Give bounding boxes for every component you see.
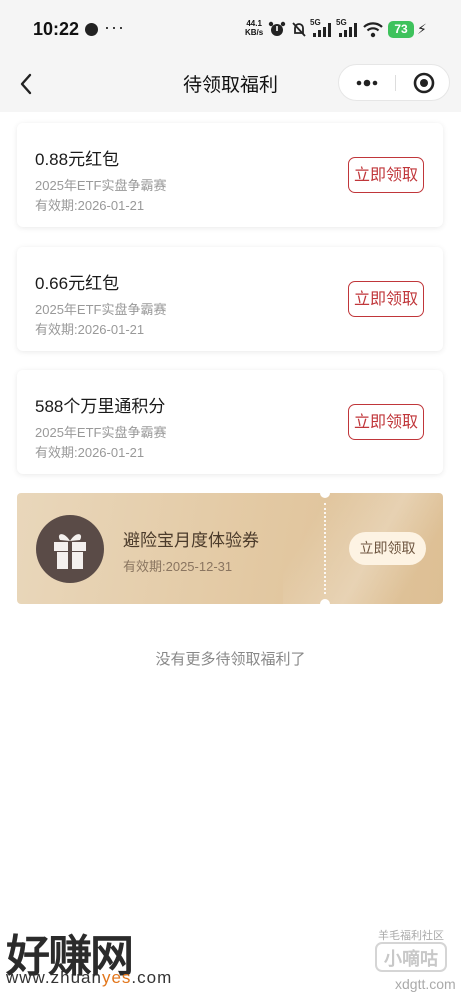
reward-source: 2025年ETF实盘争霸赛 bbox=[35, 178, 167, 193]
watermark-community-label: 羊毛福利社区 bbox=[378, 930, 444, 942]
reward-title: 0.88元红包 bbox=[35, 150, 120, 169]
reward-title: 588个万里通积分 bbox=[35, 397, 166, 416]
reward-card: 0.66元红包 2025年ETF实盘争霸赛 有效期:2026-01-21 立即领… bbox=[17, 247, 443, 351]
target-close-icon bbox=[413, 72, 435, 94]
header-area: 10:22 ··· 44.1 KB/s 5G 5G 73 ⚡ 待领取福利 bbox=[0, 0, 461, 112]
more-dots-icon bbox=[356, 79, 378, 87]
voucher-perforation bbox=[324, 503, 326, 594]
reward-title: 0.66元红包 bbox=[35, 274, 120, 293]
voucher-expiry: 有效期:2025-12-31 bbox=[123, 559, 233, 574]
status-bar: 10:22 ··· 44.1 KB/s 5G 5G 73 ⚡ bbox=[0, 0, 461, 60]
mute-bell-icon bbox=[292, 22, 306, 37]
wifi-icon bbox=[363, 22, 383, 38]
voucher-icon-badge bbox=[36, 515, 104, 583]
network-speed: 44.1 KB/s bbox=[245, 19, 263, 37]
reward-card: 588个万里通积分 2025年ETF实盘争霸赛 有效期:2026-01-21 立… bbox=[17, 370, 443, 474]
reward-card: 0.88元红包 2025年ETF实盘争霸赛 有效期:2026-01-21 立即领… bbox=[17, 123, 443, 227]
signal-bars-1-icon bbox=[313, 23, 331, 37]
network-speed-value: 44.1 bbox=[246, 19, 262, 28]
claim-button[interactable]: 立即领取 bbox=[348, 404, 424, 440]
watermark-badge: 小嘀咕 bbox=[375, 942, 447, 972]
voucher-title: 避险宝月度体验券 bbox=[123, 531, 259, 550]
network-speed-unit: KB/s bbox=[245, 28, 264, 37]
watermark-url-part: www.zhuan bbox=[6, 968, 102, 987]
watermark-url: www.zhuanyes.com bbox=[6, 968, 172, 988]
no-more-text: 没有更多待领取福利了 bbox=[155, 651, 306, 668]
gift-icon bbox=[54, 534, 86, 569]
do-not-disturb-icon bbox=[85, 23, 98, 36]
battery-indicator: 73 bbox=[388, 21, 414, 38]
charging-icon: ⚡ bbox=[417, 21, 427, 37]
voucher-notch-bottom bbox=[320, 599, 330, 604]
voucher-card: 避险宝月度体验券 有效期:2025-12-31 立即领取 bbox=[17, 493, 443, 604]
more-notifications-icon: ··· bbox=[104, 17, 125, 37]
reward-source: 2025年ETF实盘争霸赛 bbox=[35, 425, 167, 440]
voucher-claim-button[interactable]: 立即领取 bbox=[349, 532, 426, 565]
watermark-url-highlight: yes bbox=[101, 968, 132, 987]
claim-button[interactable]: 立即领取 bbox=[348, 281, 424, 317]
reward-expiry: 有效期:2026-01-21 bbox=[35, 198, 145, 213]
nav-bar: 待领取福利 bbox=[0, 60, 461, 106]
signal-bars-2-icon bbox=[339, 23, 357, 37]
watermark-domain: xdgtt.com bbox=[395, 976, 456, 992]
reward-expiry: 有效期:2026-01-21 bbox=[35, 445, 145, 460]
alarm-icon bbox=[268, 21, 286, 36]
reward-expiry: 有效期:2026-01-21 bbox=[35, 322, 145, 337]
mini-program-capsule bbox=[338, 64, 450, 101]
reward-source: 2025年ETF实盘争霸赛 bbox=[35, 302, 167, 317]
claim-button[interactable]: 立即领取 bbox=[348, 157, 424, 193]
close-mini-program-button[interactable] bbox=[396, 65, 450, 100]
watermark-url-part: .com bbox=[131, 968, 173, 987]
more-button[interactable] bbox=[339, 65, 395, 100]
status-time: 10:22 bbox=[33, 19, 80, 39]
